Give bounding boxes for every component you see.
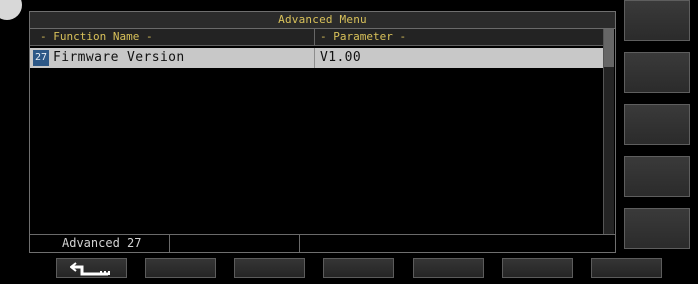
status-middle-cell — [170, 235, 300, 252]
scrollbar-thumb[interactable] — [604, 29, 614, 67]
function-name-cell: Firmware Version — [53, 50, 185, 65]
side-key-3[interactable] — [624, 104, 690, 145]
side-key-1[interactable] — [624, 0, 690, 41]
status-bar: Advanced 27 — [30, 234, 615, 252]
column-divider — [314, 29, 315, 45]
softkey-5[interactable] — [413, 258, 484, 278]
row-index-badge: 27 — [33, 50, 49, 66]
softkey-3[interactable] — [234, 258, 305, 278]
status-left-label: Advanced 27 — [30, 235, 170, 252]
softkey-4[interactable] — [323, 258, 394, 278]
parameter-value-cell: V1.00 — [320, 50, 362, 65]
table-row[interactable]: 27 Firmware Version V1.00 — [30, 48, 604, 68]
back-softkey[interactable] — [56, 258, 127, 278]
softkey-6[interactable] — [502, 258, 573, 278]
back-arrow-icon — [57, 261, 126, 277]
advanced-menu-panel: Advanced Menu - Function Name - - Parame… — [29, 11, 616, 253]
function-name-header: - Function Name - — [40, 30, 153, 43]
side-key-5[interactable] — [624, 208, 690, 249]
column-headers: - Function Name - - Parameter - — [30, 29, 604, 46]
status-right-cell — [300, 235, 617, 252]
menu-title: Advanced Menu — [30, 12, 615, 29]
softkey-7[interactable] — [591, 258, 662, 278]
side-key-2[interactable] — [624, 52, 690, 93]
row-column-divider — [314, 48, 315, 68]
side-key-4[interactable] — [624, 156, 690, 197]
vertical-scrollbar[interactable] — [603, 29, 614, 235]
softkey-2[interactable] — [145, 258, 216, 278]
parameter-header: - Parameter - — [320, 30, 407, 43]
status-indicator-circle — [0, 0, 22, 20]
